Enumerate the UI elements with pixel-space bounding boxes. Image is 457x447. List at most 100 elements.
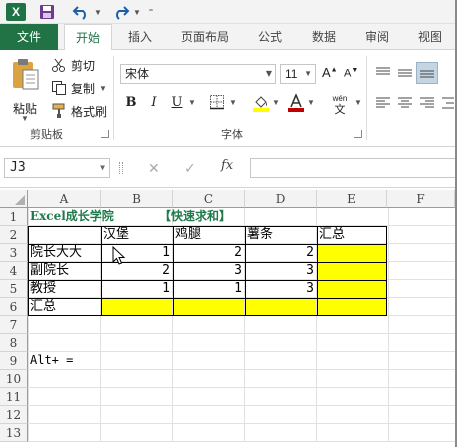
font-name-select[interactable]: 宋体 ▼ [120, 64, 276, 84]
tab-review[interactable]: 审阅 [365, 24, 389, 50]
cancel-icon[interactable]: ✕ [148, 160, 160, 177]
undo-dropdown-icon[interactable]: ▼ [93, 3, 103, 21]
tab-home[interactable]: 开始 [64, 24, 112, 51]
align-top-icon[interactable] [374, 64, 392, 82]
row-header-11[interactable]: 11 [0, 388, 28, 406]
align-bottom-icon[interactable] [416, 62, 438, 84]
tab-page-layout[interactable]: 页面布局 [181, 24, 229, 50]
insert-function-icon[interactable]: fx [221, 158, 233, 173]
row-header-9[interactable]: 9 [0, 352, 28, 370]
decrease-font-size-button[interactable]: A▼ [344, 67, 358, 80]
cell-b2[interactable]: 汉堡 [101, 226, 173, 244]
formula-input[interactable] [250, 158, 457, 178]
paste-dropdown-icon[interactable]: ▼ [21, 114, 29, 123]
enter-icon[interactable]: ✓ [184, 160, 196, 177]
row-header-8[interactable]: 8 [0, 334, 28, 352]
cut-button[interactable]: 剪切 [50, 56, 95, 74]
redo-icon[interactable] [110, 3, 132, 21]
tab-data[interactable]: 数据 [312, 24, 336, 50]
cell-e5[interactable] [317, 280, 387, 298]
select-all-button[interactable] [0, 190, 28, 208]
row-header-10[interactable]: 10 [0, 370, 28, 388]
cell-d4[interactable]: 3 [245, 262, 317, 280]
row-header-2[interactable]: 2 [0, 226, 28, 244]
font-launcher-icon[interactable] [354, 130, 362, 138]
align-center-icon[interactable] [396, 94, 414, 112]
increase-font-size-button[interactable]: A▲ [322, 65, 338, 80]
fill-color-dropdown-icon[interactable]: ▼ [272, 94, 280, 112]
column-header-e[interactable]: E [317, 190, 387, 208]
cell-e3[interactable] [317, 244, 387, 262]
copy-dropdown-icon[interactable]: ▼ [99, 84, 107, 93]
cell-d2[interactable]: 薯条 [245, 226, 317, 244]
row-header-13[interactable]: 13 [0, 424, 28, 442]
font-color-dropdown-icon[interactable]: ▼ [307, 94, 315, 112]
excel-app-icon[interactable]: X [6, 3, 26, 21]
fill-color-icon[interactable] [252, 94, 270, 112]
column-header-b[interactable]: B [101, 190, 173, 208]
tab-view[interactable]: 视图 [418, 24, 442, 50]
column-header-a[interactable]: A [28, 190, 101, 208]
font-group-label: 字体 [221, 129, 243, 141]
column-header-d[interactable]: D [245, 190, 317, 208]
copy-label: 复制 [71, 81, 96, 96]
paste-button[interactable]: 粘贴 ▼ [6, 56, 44, 123]
italic-button[interactable]: I [147, 94, 161, 112]
cell-e2[interactable]: 汇总 [317, 226, 387, 244]
cell-a9[interactable]: Alt+ = [28, 352, 101, 370]
font-color-icon[interactable] [287, 92, 305, 112]
tab-file[interactable]: 文件 [0, 24, 58, 50]
cell-e4[interactable] [317, 262, 387, 280]
borders-dropdown-icon[interactable]: ▼ [229, 94, 237, 112]
cell-c3[interactable]: 2 [173, 244, 245, 262]
cell-c4[interactable]: 3 [173, 262, 245, 280]
align-left-icon[interactable] [374, 94, 392, 112]
format-painter-button[interactable]: 格式刷 [50, 102, 107, 120]
font-size-select[interactable]: 11 ▼ [280, 64, 316, 84]
cell-b5[interactable]: 1 [101, 280, 173, 298]
underline-dropdown-icon[interactable]: ▼ [188, 94, 196, 112]
redo-dropdown-icon[interactable]: ▼ [132, 3, 142, 21]
chevron-down-icon: ▼ [265, 69, 272, 78]
phonetic-dropdown-icon[interactable]: ▼ [354, 94, 362, 112]
row-header-3[interactable]: 3 [0, 244, 28, 262]
cell-a4[interactable]: 副院长 [28, 262, 101, 280]
cell-c5[interactable]: 1 [173, 280, 245, 298]
copy-button[interactable]: 复制 ▼ [50, 79, 107, 97]
cell-b6[interactable] [101, 298, 173, 316]
row-header-7[interactable]: 7 [0, 316, 28, 334]
borders-icon[interactable] [208, 94, 226, 112]
cell-c2[interactable]: 鸡腿 [173, 226, 245, 244]
align-middle-icon[interactable] [396, 64, 414, 82]
indent-icon[interactable] [440, 94, 454, 112]
cell-a6[interactable]: 汇总 [28, 298, 101, 316]
cell-d6[interactable] [245, 298, 317, 316]
worksheet-grid[interactable]: A B C D E F 1 2 3 4 5 6 7 8 9 10 11 12 1… [0, 187, 457, 447]
formula-bar-grip[interactable] [119, 162, 123, 174]
column-header-f[interactable]: F [387, 190, 455, 208]
cell-c1[interactable]: 【快速求和】 [157, 208, 277, 226]
row-header-12[interactable]: 12 [0, 406, 28, 424]
cell-a3[interactable]: 院长大大 [28, 244, 101, 262]
name-box[interactable]: J3 ▼ [4, 158, 110, 178]
phonetic-guide-button[interactable]: wén 文 [328, 94, 352, 116]
row-header-4[interactable]: 4 [0, 262, 28, 280]
clipboard-launcher-icon[interactable] [101, 130, 109, 138]
save-icon[interactable] [38, 3, 56, 21]
customize-toolbar-icon[interactable]: ⁼ [146, 3, 156, 21]
tab-insert[interactable]: 插入 [128, 24, 152, 50]
underline-button[interactable]: U [170, 94, 184, 112]
cell-d3[interactable]: 2 [245, 244, 317, 262]
align-right-icon[interactable] [418, 94, 436, 112]
undo-icon[interactable] [70, 3, 92, 21]
row-header-5[interactable]: 5 [0, 280, 28, 298]
row-header-1[interactable]: 1 [0, 208, 28, 226]
cell-c6[interactable] [173, 298, 245, 316]
tab-formulas[interactable]: 公式 [258, 24, 282, 50]
cell-a5[interactable]: 教授 [28, 280, 101, 298]
cell-d5[interactable]: 3 [245, 280, 317, 298]
cell-e6[interactable] [317, 298, 387, 316]
column-header-c[interactable]: C [173, 190, 245, 208]
row-header-6[interactable]: 6 [0, 298, 28, 316]
bold-button[interactable]: B [124, 94, 138, 112]
